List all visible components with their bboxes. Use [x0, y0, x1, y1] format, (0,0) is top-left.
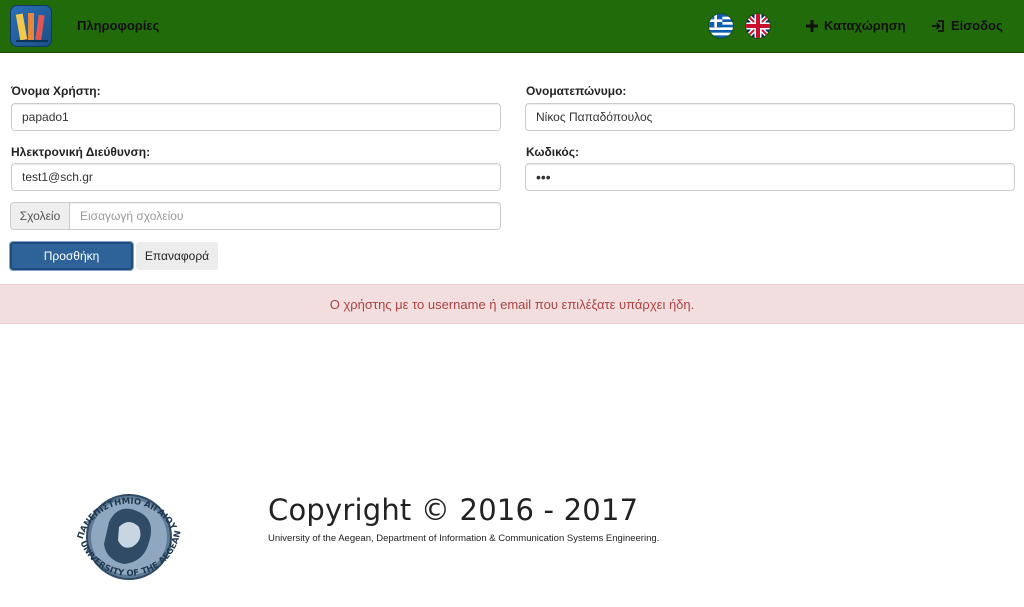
school-input[interactable]	[69, 202, 501, 230]
password-label: Κωδικός:	[526, 145, 579, 159]
copyright-text: Copyright © 2016 - 2017	[268, 493, 639, 527]
greek-flag-icon[interactable]	[709, 14, 733, 38]
error-message: Ο χρήστης με το username ή email που επι…	[329, 296, 695, 312]
top-navbar: Πληροφορίες Καταχώρηση Είσοδος	[0, 0, 1024, 53]
plus-icon	[806, 19, 818, 32]
school-input-group: Σχολείο	[10, 202, 501, 230]
login-icon	[932, 19, 944, 32]
email-input[interactable]	[11, 163, 501, 191]
username-label: Όνομα Χρήστη:	[11, 84, 101, 98]
login-link[interactable]: Είσοδος	[931, 18, 1003, 33]
brand-title[interactable]: Πληροφορίες	[77, 18, 159, 33]
register-link[interactable]: Καταχώρηση	[806, 18, 906, 33]
reset-button[interactable]: Επαναφορά	[136, 242, 218, 270]
uk-flag-icon[interactable]	[746, 14, 770, 38]
username-input[interactable]	[11, 103, 501, 131]
submit-button[interactable]: Προσθήκη	[10, 242, 133, 270]
fullname-input[interactable]	[525, 103, 1015, 131]
email-label: Ηλεκτρονική Διεύθυνση:	[11, 145, 151, 159]
footer-subtitle: University of the Aegean, Department of …	[268, 533, 660, 544]
books-logo-icon[interactable]	[10, 5, 52, 47]
login-label: Είσοδος	[951, 18, 1003, 33]
error-alert: Ο χρήστης με το username ή email που επι…	[0, 284, 1024, 324]
school-addon: Σχολείο	[10, 202, 69, 230]
fullname-label: Ονοματεπώνυμο:	[526, 84, 627, 98]
university-seal-logo: ΠΑΝΕΠΙΣΤΗΜΙΟ ΑΙΓΑΙΟΥ UNIVERSITY OF THE A…	[64, 472, 194, 602]
password-input[interactable]	[525, 163, 1015, 191]
register-label: Καταχώρηση	[824, 18, 906, 33]
